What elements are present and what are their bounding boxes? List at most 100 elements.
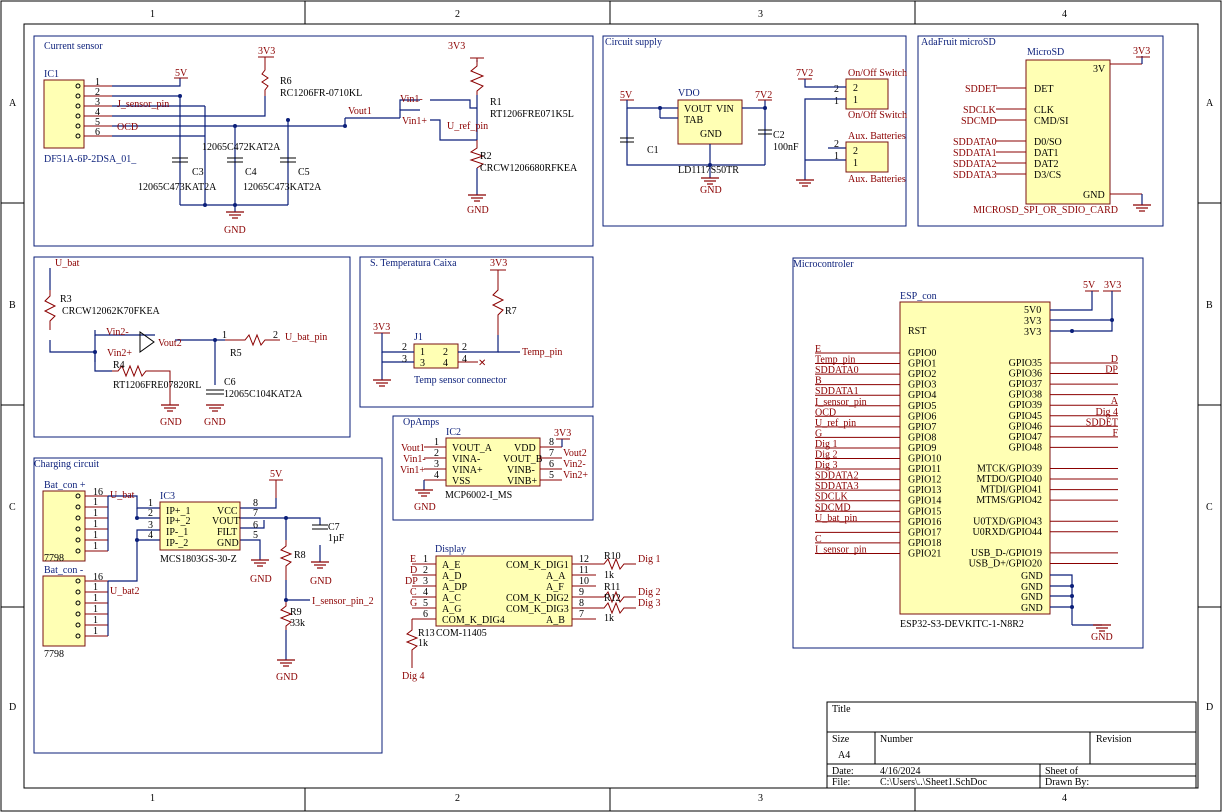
- ldo-vin: VIN: [716, 104, 734, 115]
- vout2-label: Vout2: [158, 338, 182, 349]
- esp-left-pin-label: GPIO5: [908, 401, 936, 412]
- net-5v: 5V: [270, 469, 283, 480]
- ldo-tab: TAB: [684, 115, 704, 126]
- net-sdclk: SDCLK: [963, 105, 997, 116]
- pin: 3V3: [1024, 316, 1041, 327]
- r1-label: R1: [490, 97, 502, 108]
- net-sddet: SDDET: [965, 84, 997, 95]
- revision-label: Revision: [1096, 734, 1132, 745]
- esp-left-net-label: G: [815, 428, 822, 439]
- section-title: S. Temperatura Caixa: [370, 258, 457, 269]
- esp-right-pin-label: MTDI/GPIO41: [980, 485, 1042, 496]
- net-3v3-r1: 3V3: [448, 41, 465, 52]
- esp-left-net-label: Temp_pin: [815, 355, 855, 366]
- c7-value: 1µF: [328, 533, 345, 544]
- esp-left-net-label: SDCMD: [815, 502, 851, 513]
- r11-label: R11: [604, 582, 620, 593]
- r3-part: CRCW12062K70FKEA: [62, 306, 161, 317]
- esp-left-net-label: B: [815, 376, 822, 387]
- svg-text:✕: ✕: [478, 358, 486, 369]
- esp-right-pin-label: GPIO45: [1009, 411, 1042, 422]
- r8-label: R8: [294, 550, 306, 561]
- svg-text:4: 4: [443, 358, 448, 369]
- svg-text:8: 8: [579, 598, 584, 609]
- esp-left-net-label: Dig 2: [815, 450, 838, 461]
- esp-part: ESP32-S3-DEVKITC-1-N8R2: [900, 619, 1024, 630]
- size-label: Size: [832, 734, 850, 745]
- j-sensor-net: J_sensor_pin: [117, 99, 169, 110]
- col-label: 3: [758, 793, 763, 804]
- esp-right-pin-label: GPIO37: [1009, 379, 1042, 390]
- esp-left-net-label: Dig 3: [815, 460, 838, 471]
- pin: VINA+: [452, 465, 483, 476]
- ic3-label: IC3: [160, 491, 175, 502]
- pin: A_F: [546, 582, 564, 593]
- esp-left-pin-label: GPIO2: [908, 369, 936, 380]
- svg-text:4: 4: [434, 470, 439, 481]
- svg-text:9: 9: [579, 587, 584, 598]
- svg-text:7: 7: [253, 508, 258, 519]
- esp-left-net-label: E: [815, 344, 821, 355]
- esp-left-pin-label: GPIO17: [908, 527, 941, 538]
- c5-label: C5: [298, 167, 310, 178]
- esp-left-net-label: OCD: [815, 407, 836, 418]
- uref-label: U_ref_pin: [447, 121, 488, 132]
- ubat2-net: U_bat2: [110, 586, 139, 597]
- svg-text:1: 1: [834, 96, 839, 107]
- r6-label: R6: [280, 76, 292, 87]
- esp-left-pin-label: GPIO13: [908, 485, 941, 496]
- pin-det: DET: [1034, 84, 1053, 95]
- esp-right-net-label: Dig 4: [1096, 407, 1119, 418]
- pin: A_B: [546, 615, 565, 626]
- file-value: C:\Users\..\Sheet1.SchDoc: [880, 777, 987, 788]
- pin-d0: D0/SO: [1034, 137, 1062, 148]
- microcontroller-block: Microcontroler ESP_con RST 5V0 3V3 3V3 5…: [792, 257, 1144, 649]
- c4-label: C4: [245, 167, 257, 178]
- date-value: 4/16/2024: [880, 766, 921, 777]
- display-block: Display A_E A_D A_DP A_C A_G COM_K_DIG4 …: [402, 544, 661, 682]
- c3-label: C3: [192, 167, 204, 178]
- row-label: B: [1206, 300, 1213, 311]
- r-value: 1k: [604, 613, 614, 624]
- drawn-label: Drawn By:: [1045, 777, 1089, 788]
- svg-text:11: 11: [579, 565, 589, 576]
- esp-left-pin-label: GPIO14: [908, 496, 941, 507]
- esp-right-pin-label: MTCK/GPIO39: [977, 464, 1042, 475]
- svg-text:1: 1: [93, 626, 98, 637]
- esp-left-net-label: SDDATA3: [815, 481, 859, 492]
- esp-left-pin-label: GPIO21: [908, 548, 941, 559]
- section-title: Circuit supply: [605, 37, 662, 48]
- esp-left-pin-label: GPIO1: [908, 359, 936, 370]
- esp-left-pin-label: GPIO9: [908, 443, 936, 454]
- svg-text:2: 2: [443, 347, 448, 358]
- pin-dat2: DAT2: [1034, 159, 1058, 170]
- r2-label: R2: [480, 151, 492, 162]
- esp-right-pin-label: GPIO39: [1009, 400, 1042, 411]
- esp-right-pin-label: GPIO46: [1009, 421, 1042, 432]
- ldo-vout: VOUT: [684, 104, 712, 115]
- svg-text:3: 3: [423, 576, 428, 587]
- pin: A_D: [442, 571, 461, 582]
- svg-text:2: 2: [434, 448, 439, 459]
- gnd-label: GND: [467, 205, 489, 216]
- svg-text:2: 2: [423, 565, 428, 576]
- microsd-block: AdaFruit microSD MicroSD 3V DET CLK CMD/…: [917, 35, 1164, 227]
- esp-right-pin-label: MTDO/GPIO40: [976, 474, 1042, 485]
- esp-right-net-label: F: [1112, 428, 1118, 439]
- esp-left-net-label: Dig 1: [815, 439, 838, 450]
- net-sddata0: SDDATA0: [953, 137, 997, 148]
- connector-label: Temp sensor connector: [414, 375, 507, 386]
- net-3v3: 3V3: [258, 46, 275, 57]
- section-title: Charging circuit: [34, 459, 99, 470]
- vin2p-label: Vin2+: [107, 348, 132, 359]
- col-label: 3: [758, 9, 763, 20]
- svg-text:10: 10: [579, 576, 589, 587]
- esp-left-pins: GPIO0 E GPIO1 Temp_pin GPIO2 SDDATA0 GPIO3 B GPI…: [815, 344, 941, 559]
- r4-part: RT1206FRE07820RL: [113, 380, 201, 391]
- ldo-part: LD1117S50TR: [678, 165, 739, 176]
- net-7v2: 7V2: [755, 90, 772, 101]
- j1-label: J1: [414, 332, 423, 343]
- microsd-title: MicroSD: [1027, 47, 1064, 58]
- svg-text:1: 1: [93, 497, 98, 508]
- esp-left-pin-label: GPIO0: [908, 348, 936, 359]
